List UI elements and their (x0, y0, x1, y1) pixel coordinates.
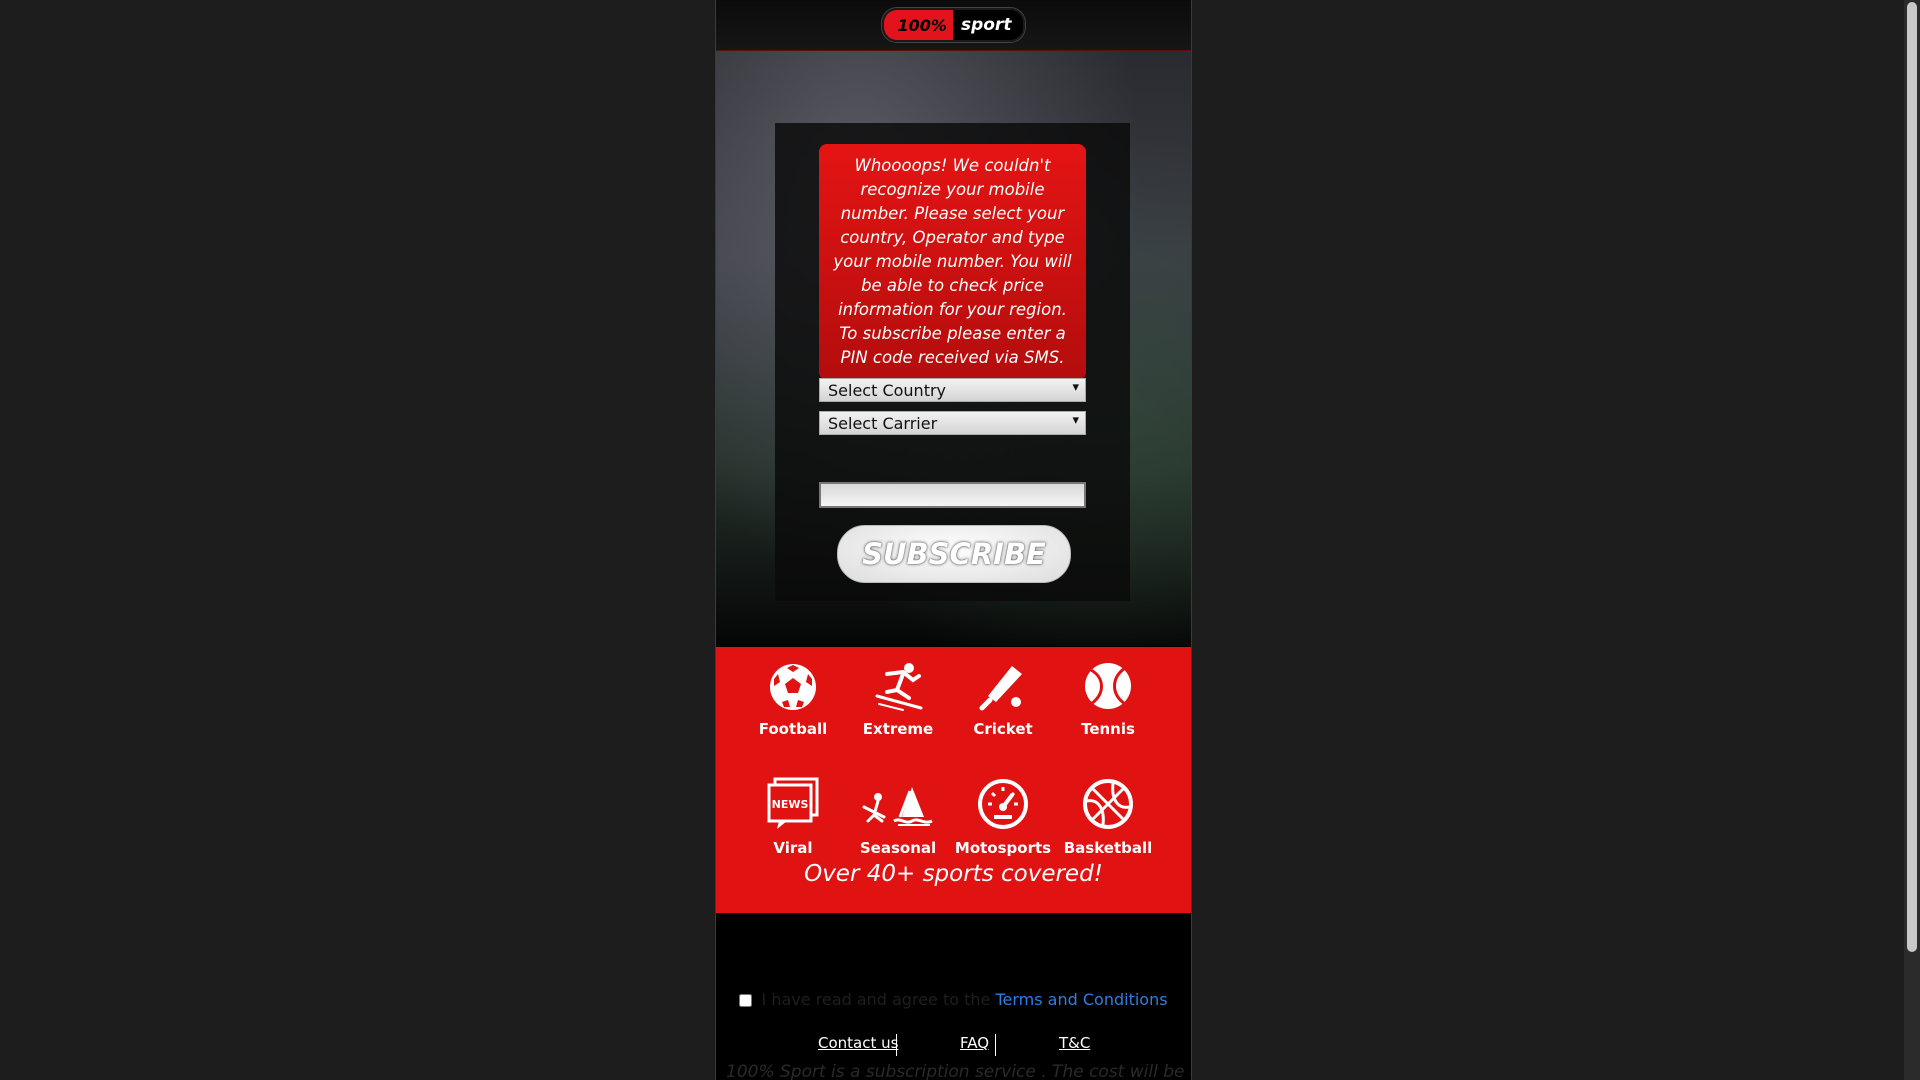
speedometer-icon (978, 779, 1028, 829)
terms-text: I have read and agree to the (761, 990, 991, 1009)
phone-number-input[interactable] (819, 482, 1086, 508)
carrier-select[interactable]: Select Carrier ▾ (819, 411, 1086, 435)
sports-tagline: Over 40+ sports covered! (804, 861, 1103, 887)
hero-section: Whoooops! We couldn't recognize your mob… (716, 51, 1191, 646)
page-scrollbar[interactable] (1904, 0, 1920, 1080)
sport-label: Extreme (862, 720, 934, 738)
seasonal-icon (862, 787, 933, 826)
scrollbar-thumb[interactable] (1907, 2, 1917, 952)
sport-item-seasonal[interactable]: Seasonal (848, 777, 948, 857)
footer-divider (995, 1034, 996, 1056)
sport-item-cricket[interactable]: Cricket (953, 662, 1053, 738)
chevron-down-icon: ▾ (1072, 413, 1079, 428)
cricket-icon (979, 666, 1022, 711)
sport-label: Basketball (1063, 839, 1153, 857)
tennis-icon (1085, 663, 1131, 709)
tc-link[interactable]: T&C (1059, 1034, 1090, 1052)
sport-label: Motosports (954, 839, 1052, 857)
contact-us-link[interactable]: Contact us (818, 1034, 898, 1052)
carrier-select-value: Select Carrier (828, 413, 938, 433)
terms-link[interactable]: Terms and Conditions (995, 990, 1167, 1009)
footer-divider (896, 1034, 897, 1056)
svg-text:NEWS: NEWS (772, 798, 809, 811)
basketball-icon (1083, 779, 1133, 829)
country-select[interactable]: Select Country ▾ (819, 378, 1086, 402)
subscription-panel: Whoooops! We couldn't recognize your mob… (775, 123, 1130, 601)
header: 100% sport (716, 0, 1191, 51)
sport-item-football[interactable]: Football (743, 662, 843, 738)
sport-label: Tennis (1081, 720, 1135, 738)
sport-item-extreme[interactable]: Extreme (848, 662, 948, 738)
logo-percent: 100% (883, 10, 953, 40)
sport-label: Cricket (973, 720, 1033, 738)
sport-label: Seasonal (859, 839, 937, 857)
sport-item-tennis[interactable]: Tennis (1058, 662, 1158, 738)
error-alert: Whoooops! We couldn't recognize your mob… (819, 144, 1086, 380)
country-select-value: Select Country (828, 380, 947, 400)
extreme-icon (875, 663, 923, 711)
chevron-down-icon: ▾ (1072, 380, 1079, 395)
sport-item-motosports[interactable]: Motosports (953, 777, 1053, 857)
landing-page: 100% sport Whoooops! We couldn't recogni… (715, 0, 1192, 1080)
subscribe-button[interactable]: SUBSCRIBE (837, 525, 1071, 583)
sport-item-basketball[interactable]: Basketball (1058, 777, 1158, 857)
logo-sport: sport (952, 10, 1024, 40)
legal-text: 100% Sport is a subscription service . T… (726, 1062, 1192, 1080)
news-icon: NEWS (767, 777, 819, 829)
sport-label: Viral (773, 839, 813, 857)
sports-grid: Football Extreme Cricket Tennis NEWS Vir… (716, 647, 1191, 913)
brand-logo[interactable]: 100% sport (881, 8, 1026, 42)
terms-checkbox[interactable] (739, 994, 753, 1007)
sport-label: Football (758, 720, 828, 738)
football-icon (770, 664, 816, 710)
sport-item-viral[interactable]: NEWS Viral (743, 777, 843, 857)
terms-agreement: I have read and agree to the Terms and C… (716, 990, 1191, 1009)
faq-link[interactable]: FAQ (960, 1034, 989, 1052)
